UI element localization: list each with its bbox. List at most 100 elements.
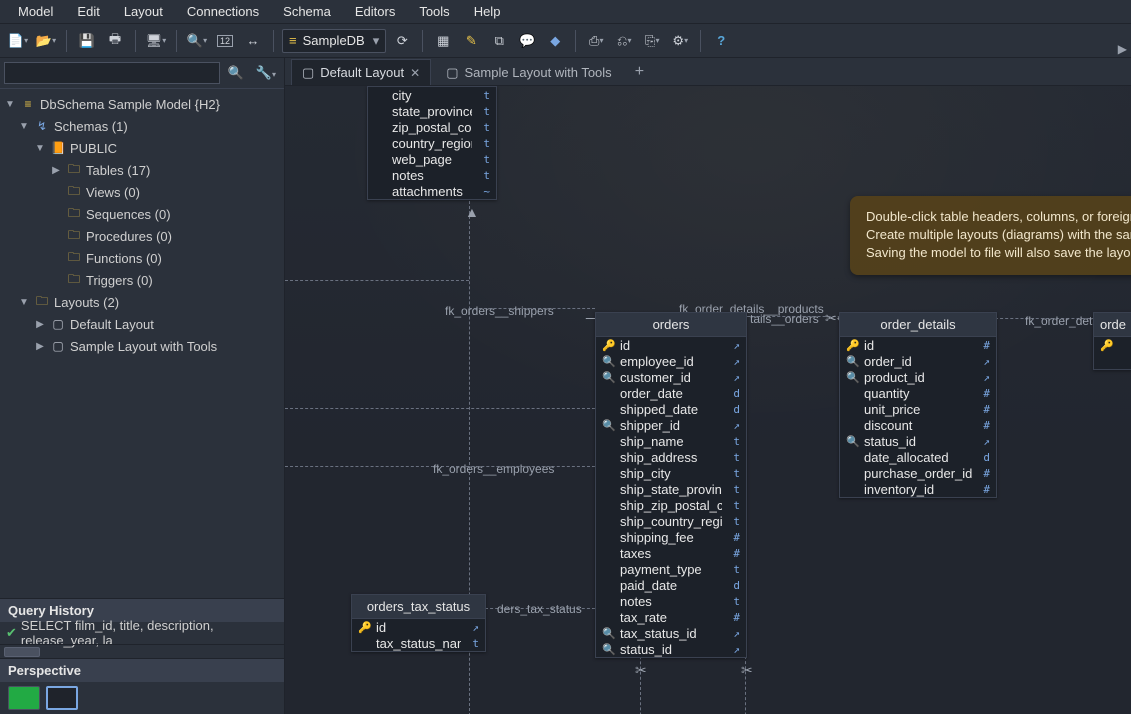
entity-title[interactable]: orders bbox=[596, 313, 746, 337]
comment-icon[interactable]: 💬 bbox=[515, 29, 539, 53]
layers-icon[interactable]: ⧉ bbox=[487, 29, 511, 53]
menu-model[interactable]: Model bbox=[8, 2, 63, 21]
entity-title[interactable]: orde bbox=[1094, 313, 1131, 337]
column-row[interactable]: quantity# bbox=[840, 385, 996, 401]
column-row[interactable]: inventory_id# bbox=[840, 481, 996, 497]
menu-editors[interactable]: Editors bbox=[345, 2, 405, 21]
tool-d-icon[interactable]: ⚙▾ bbox=[668, 29, 692, 53]
column-row[interactable]: shipping_fee# bbox=[596, 529, 746, 545]
diamond-icon[interactable]: ◆ bbox=[543, 29, 567, 53]
column-row[interactable]: cityt bbox=[368, 87, 496, 103]
column-row[interactable]: 🔍employee_id↗ bbox=[596, 353, 746, 369]
column-row[interactable]: attachments~ bbox=[368, 183, 496, 199]
column-row[interactable]: shipped_dated bbox=[596, 401, 746, 417]
column-row[interactable]: state_provincet bbox=[368, 103, 496, 119]
column-row[interactable]: paid_dated bbox=[596, 577, 746, 593]
table-icon[interactable]: ▦ bbox=[431, 29, 455, 53]
column-row[interactable]: 🔍product_id↗ bbox=[840, 369, 996, 385]
column-row[interactable]: sta bbox=[1094, 353, 1131, 369]
tree-layout-sample[interactable]: ▢Sample Layout with Tools bbox=[0, 335, 284, 357]
column-row[interactable]: 🔍shipper_id↗ bbox=[596, 417, 746, 433]
tree-layout-default[interactable]: ▢Default Layout bbox=[0, 313, 284, 335]
column-row[interactable]: zip_postal_codet bbox=[368, 119, 496, 135]
column-row[interactable]: ship_zip_postal_codet bbox=[596, 497, 746, 513]
column-row[interactable]: ship_state_provincet bbox=[596, 481, 746, 497]
tree-functions[interactable]: 🗀Functions (0) bbox=[0, 247, 284, 269]
zoom-icon[interactable]: 🔍▾ bbox=[185, 29, 209, 53]
screen-icon[interactable]: 🖥▾ bbox=[144, 29, 168, 53]
new-file-icon[interactable]: 📄▾ bbox=[6, 29, 30, 53]
fk-label-tails-orders[interactable]: tails__orders bbox=[750, 312, 819, 326]
column-row[interactable]: date_allocatedd bbox=[840, 449, 996, 465]
search-icon[interactable]: 🔍 bbox=[224, 65, 248, 81]
tree-procedures[interactable]: 🗀Procedures (0) bbox=[0, 225, 284, 247]
perspective-thumb-1[interactable] bbox=[8, 686, 40, 710]
db-selector[interactable]: ≡ SampleDB ▾ bbox=[282, 29, 386, 53]
close-icon[interactable]: ✕ bbox=[410, 66, 420, 80]
entity-title[interactable]: order_details bbox=[840, 313, 996, 337]
entity-order-details[interactable]: order_details 🔑id#🔍order_id↗🔍product_id↗… bbox=[839, 312, 997, 498]
tab-default-layout[interactable]: ▢ Default Layout ✕ bbox=[291, 59, 431, 85]
help-icon[interactable]: ? bbox=[709, 29, 733, 53]
tool-a-icon[interactable]: ⎙▾ bbox=[584, 29, 608, 53]
column-row[interactable]: discount# bbox=[840, 417, 996, 433]
tree-tables[interactable]: 🗀Tables (17) bbox=[0, 159, 284, 181]
column-row[interactable]: ship_namet bbox=[596, 433, 746, 449]
search-input[interactable] bbox=[4, 62, 220, 84]
entity-partial-right[interactable]: orde 🔑idsta bbox=[1093, 312, 1131, 370]
column-row[interactable]: web_paget bbox=[368, 151, 496, 167]
print-icon[interactable]: 🖶 bbox=[103, 29, 127, 53]
column-row[interactable]: 🔍customer_id↗ bbox=[596, 369, 746, 385]
fk-label-tax-status[interactable]: ders_tax_status bbox=[497, 602, 582, 616]
menu-layout[interactable]: Layout bbox=[114, 2, 173, 21]
history-scrollbar[interactable] bbox=[0, 644, 284, 658]
tree-schemas[interactable]: ↯ Schemas (1) bbox=[0, 115, 284, 137]
menu-tools[interactable]: Tools bbox=[409, 2, 459, 21]
pencil-icon[interactable]: ✎ bbox=[459, 29, 483, 53]
menu-edit[interactable]: Edit bbox=[67, 2, 109, 21]
tree-sequences[interactable]: 🗀Sequences (0) bbox=[0, 203, 284, 225]
tree-layouts[interactable]: 🗀 Layouts (2) bbox=[0, 291, 284, 313]
save-icon[interactable]: 💾 bbox=[75, 29, 99, 53]
menu-connections[interactable]: Connections bbox=[177, 2, 269, 21]
column-row[interactable]: taxes# bbox=[596, 545, 746, 561]
fk-label-shippers[interactable]: fk_orders__shippers bbox=[445, 304, 554, 318]
toolbar-overflow-icon[interactable]: ▶ bbox=[1118, 42, 1127, 56]
tree-root[interactable]: ≡ DbSchema Sample Model {H2} bbox=[0, 93, 284, 115]
column-row[interactable]: order_dated bbox=[596, 385, 746, 401]
column-row[interactable]: 🔍tax_status_id↗ bbox=[596, 625, 746, 641]
column-row[interactable]: notest bbox=[368, 167, 496, 183]
open-folder-icon[interactable]: 📂▾ bbox=[34, 29, 58, 53]
column-row[interactable]: ship_country_regiont bbox=[596, 513, 746, 529]
entity-orders[interactable]: orders 🔑id↗🔍employee_id↗🔍customer_id↗ord… bbox=[595, 312, 747, 658]
column-row[interactable]: payment_typet bbox=[596, 561, 746, 577]
diagram-canvas[interactable]: Double-click table headers, columns, or … bbox=[285, 86, 1131, 714]
column-row[interactable]: notest bbox=[596, 593, 746, 609]
perspective-thumb-2[interactable] bbox=[46, 686, 78, 710]
refresh-icon[interactable]: ⟳ bbox=[390, 29, 414, 53]
column-row[interactable]: country_regiont bbox=[368, 135, 496, 151]
tree-public[interactable]: 📙 PUBLIC bbox=[0, 137, 284, 159]
column-row[interactable]: 🔑id↗ bbox=[352, 619, 485, 635]
column-row[interactable]: 🔍status_id↗ bbox=[596, 641, 746, 657]
tree-views[interactable]: 🗀Views (0) bbox=[0, 181, 284, 203]
menu-schema[interactable]: Schema bbox=[273, 2, 341, 21]
entity-orders-tax-status[interactable]: orders_tax_status 🔑id↗tax_status_namet bbox=[351, 594, 486, 652]
fk-label-employees[interactable]: fk_orders__employees bbox=[433, 462, 554, 476]
column-row[interactable]: purchase_order_id# bbox=[840, 465, 996, 481]
column-row[interactable]: 🔑id# bbox=[840, 337, 996, 353]
tool-c-icon[interactable]: ⎘▾ bbox=[640, 29, 664, 53]
column-row[interactable]: ship_cityt bbox=[596, 465, 746, 481]
column-row[interactable]: 🔍order_id↗ bbox=[840, 353, 996, 369]
menu-help[interactable]: Help bbox=[464, 2, 511, 21]
column-row[interactable]: tax_status_namet bbox=[352, 635, 485, 651]
tool-b-icon[interactable]: ⎌▾ bbox=[612, 29, 636, 53]
entity-partial-top[interactable]: citytstate_provincetzip_postal_codetcoun… bbox=[367, 86, 497, 200]
column-row[interactable]: 🔍status_id↗ bbox=[840, 433, 996, 449]
column-row[interactable]: 🔑id↗ bbox=[596, 337, 746, 353]
tab-sample-layout[interactable]: ▢ Sample Layout with Tools bbox=[435, 59, 622, 85]
wrench-icon[interactable]: 🔧▾ bbox=[252, 65, 280, 81]
column-row[interactable]: tax_rate# bbox=[596, 609, 746, 625]
tree-triggers[interactable]: 🗀Triggers (0) bbox=[0, 269, 284, 291]
column-row[interactable]: unit_price# bbox=[840, 401, 996, 417]
